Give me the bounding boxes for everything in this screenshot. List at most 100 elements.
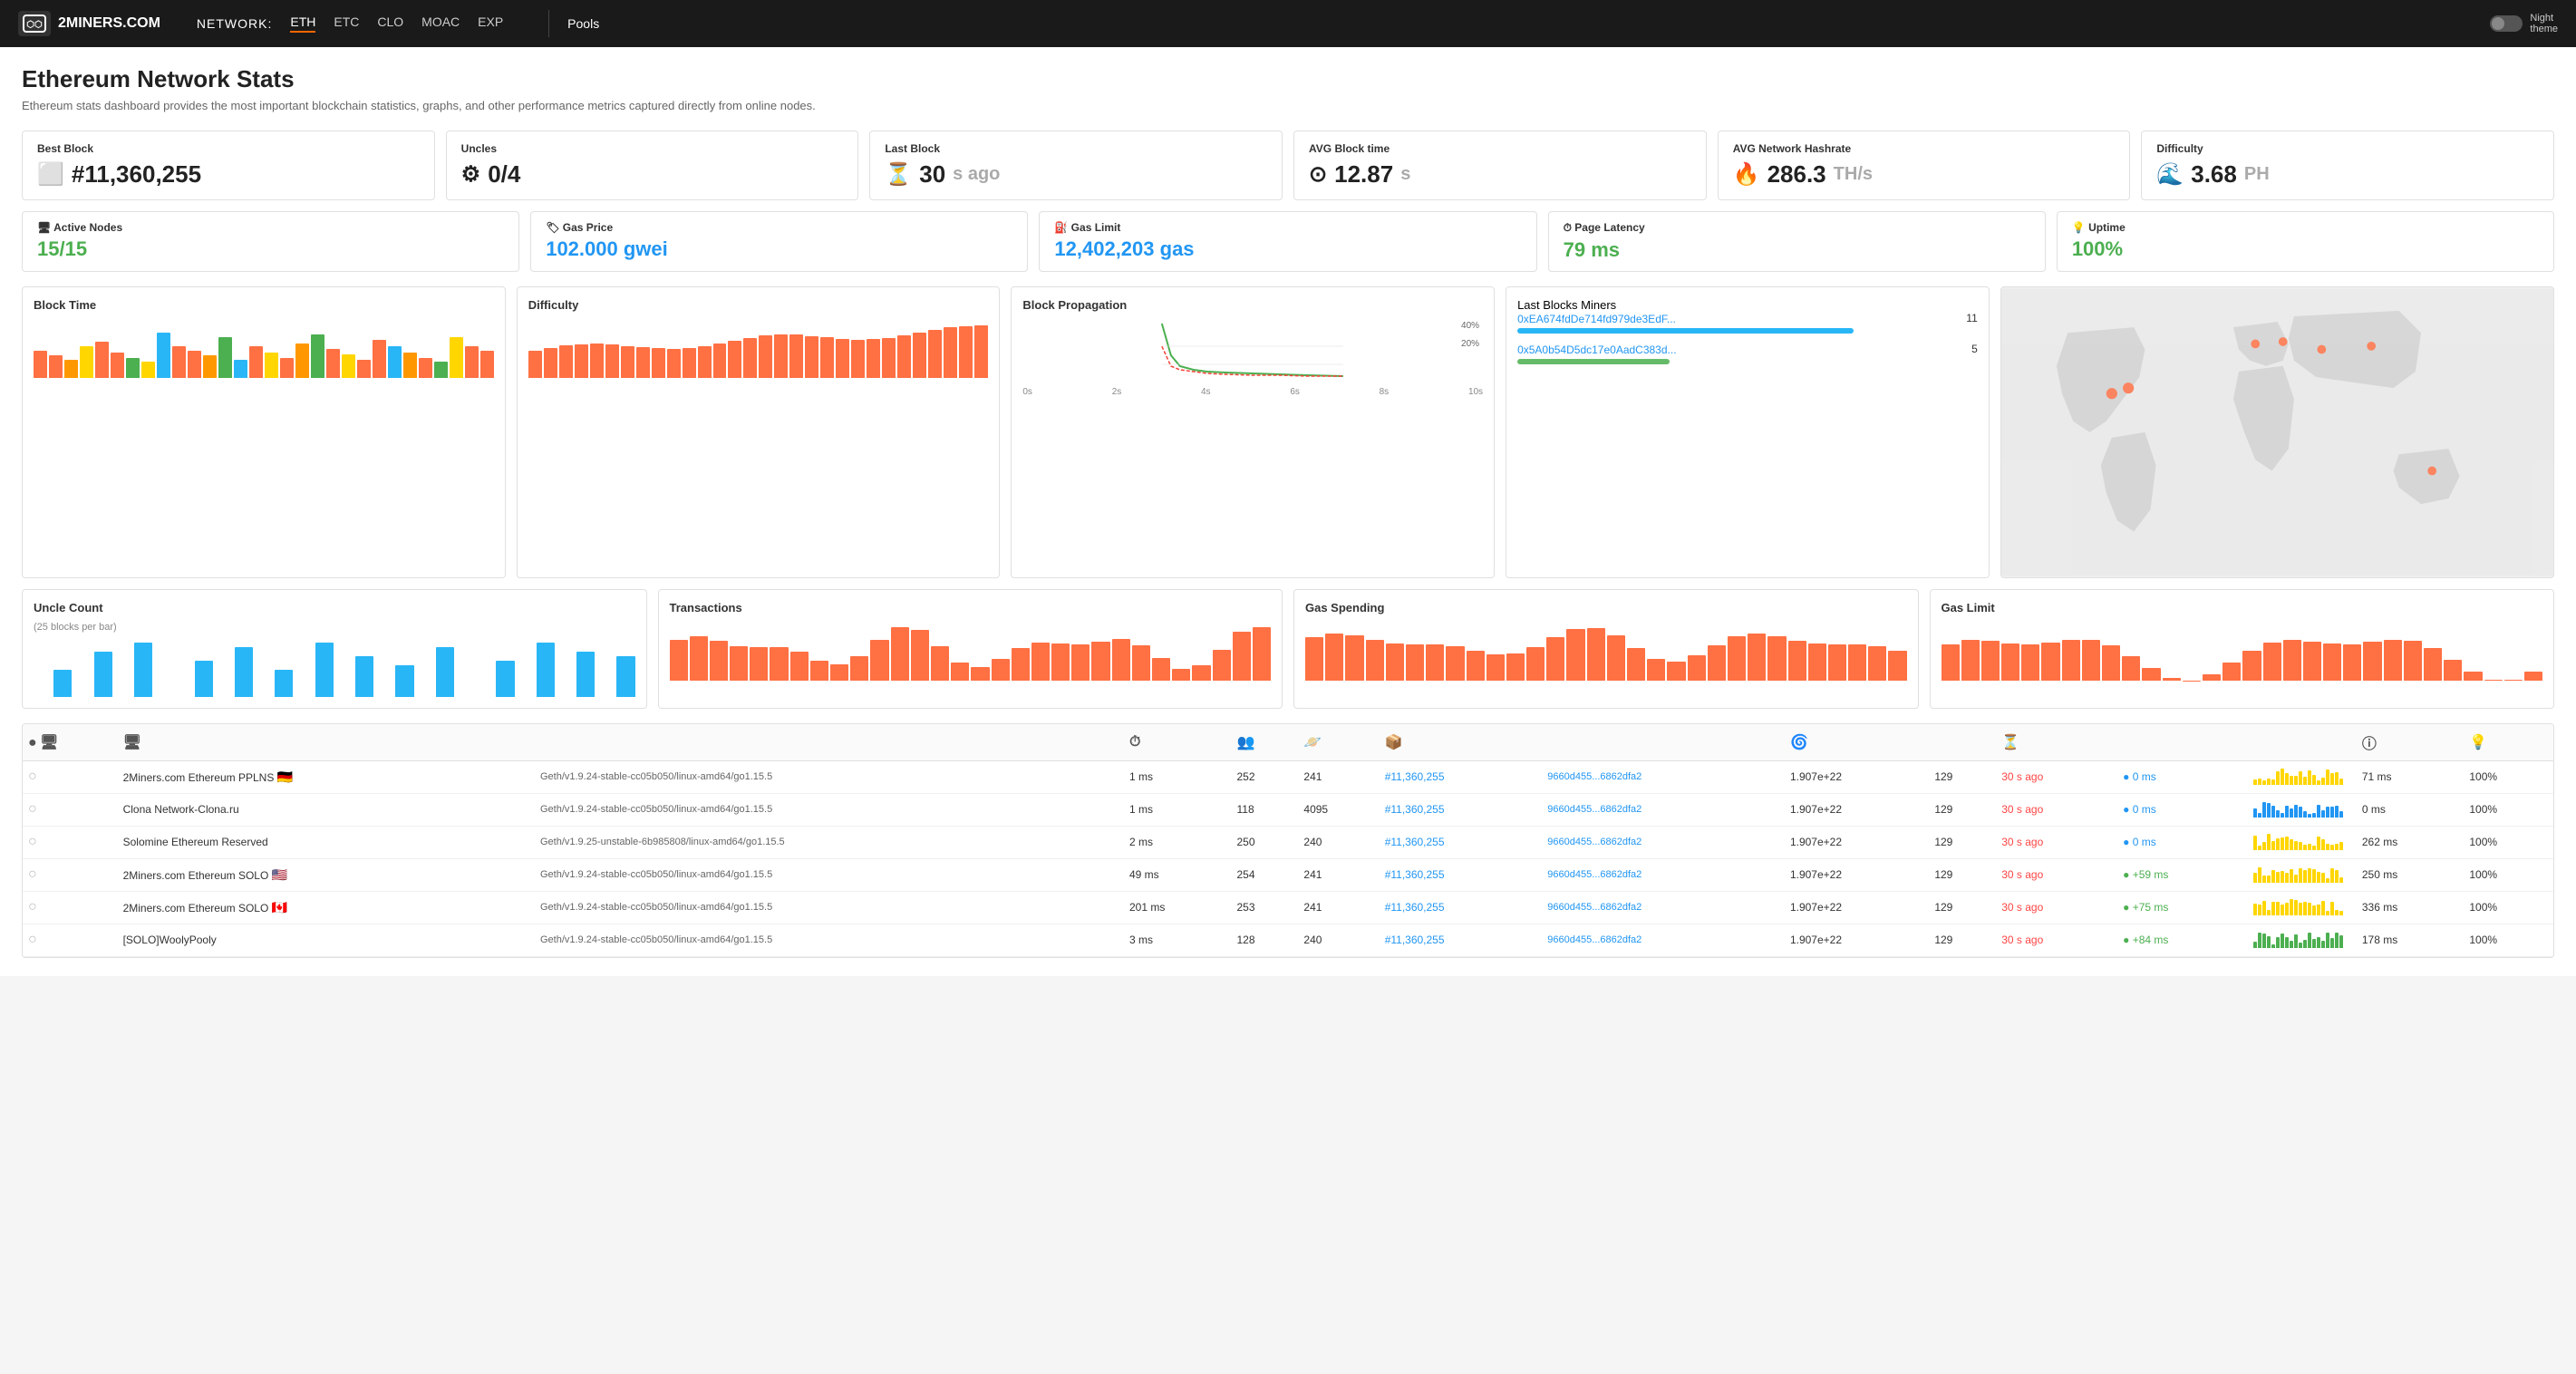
th-uptime: 💡 <box>2464 724 2553 761</box>
best-block-icon: ⬜ <box>37 161 64 188</box>
spark-bar <box>2335 806 2339 818</box>
miner-row: 11 0xEA674fdDe714fd979de3EdF... <box>1517 312 1978 334</box>
spark-bar <box>2271 870 2275 883</box>
bar <box>1345 635 1363 680</box>
table-row: ○ [SOLO]WoolyPooly Geth/v1.9.24-stable-c… <box>23 924 2553 956</box>
node-name: Clona Network-Clona.ru <box>118 793 535 826</box>
spark-bar <box>2281 769 2284 785</box>
spark-bar <box>2330 938 2334 948</box>
node-uptime: 100% <box>2464 924 2553 956</box>
node-name-text: 2Miners.com Ethereum SOLO <box>123 902 269 914</box>
bar <box>2484 680 2503 681</box>
bar <box>203 355 217 378</box>
node-client: Geth/v1.9.24-stable-cc05b050/linux-amd64… <box>535 891 1124 924</box>
node-block: #11,360,255 <box>1380 793 1543 826</box>
bar <box>2163 678 2181 681</box>
difficulty-value: 3.68 <box>2191 160 2237 189</box>
spark-bar <box>2267 779 2271 785</box>
node-status: ○ <box>23 760 118 793</box>
node-propagation: ● 0 ms <box>2117 826 2248 858</box>
header: ⬡⬡ 2MINERS.COM NETWORK: ETH ETC CLO MOAC… <box>0 0 2576 47</box>
bar <box>395 665 413 697</box>
bar <box>850 656 868 680</box>
bar <box>1981 641 2000 681</box>
node-uptime: 100% <box>2464 793 2553 826</box>
spark-bar <box>2308 814 2311 818</box>
nav-etc[interactable]: ETC <box>334 15 359 33</box>
nav-clo[interactable]: CLO <box>377 15 403 33</box>
bar <box>2384 640 2402 681</box>
bar <box>1888 651 1906 681</box>
node-name: 2Miners.com Ethereum SOLO 🇺🇸 <box>118 858 535 891</box>
bar <box>94 652 112 697</box>
nav-moac[interactable]: MOAC <box>421 15 460 33</box>
mini-bar-chart <box>2253 767 2343 785</box>
avg-block-value: 12.87 <box>1334 160 1393 189</box>
nav-pools[interactable]: Pools <box>567 16 599 31</box>
bar <box>195 661 213 697</box>
block-time-bars <box>34 319 494 378</box>
bar <box>2062 640 2080 680</box>
node-block: #11,360,255 <box>1380 826 1543 858</box>
miner-address[interactable]: 0x5A0b54D5dc17e0AadC383d... <box>1517 344 1676 356</box>
bar <box>2524 672 2542 681</box>
spark-bar <box>2308 770 2311 785</box>
miner-row: 5 0x5A0b54D5dc17e0AadC383d... <box>1517 343 1978 364</box>
spark-bar <box>2262 901 2266 915</box>
spark-bar <box>2267 803 2271 818</box>
hashrate-unit: TH/s <box>1834 164 1873 185</box>
node-peers: 253 <box>1231 891 1298 924</box>
spark-bar <box>2326 769 2329 785</box>
bar <box>1848 644 1866 681</box>
status-indicator: ○ <box>28 769 37 784</box>
bar <box>2283 640 2301 681</box>
difficulty-chart: Difficulty <box>517 286 1001 578</box>
node-total-diff: 129 <box>1929 858 1996 891</box>
toggle-switch[interactable] <box>2490 15 2523 32</box>
bar <box>1192 665 1210 680</box>
node-peers: 250 <box>1231 826 1298 858</box>
bar <box>683 348 696 378</box>
bar <box>1788 641 1806 681</box>
nav-exp[interactable]: EXP <box>478 15 503 33</box>
miners-title: Last Blocks Miners <box>1517 298 1978 312</box>
node-name: 2Miners.com Ethereum PPLNS 🇩🇪 <box>118 760 535 793</box>
bar <box>1566 629 1584 681</box>
bar <box>2263 643 2281 681</box>
bar <box>1132 645 1150 681</box>
bar <box>690 636 708 681</box>
node-propagation: ● +84 ms <box>2117 924 2248 956</box>
map-svg <box>2001 287 2553 577</box>
bar <box>911 630 929 681</box>
spark-bar <box>2308 844 2311 850</box>
node-latency: 1 ms <box>1124 760 1232 793</box>
bar <box>830 664 848 680</box>
uncle-count-chart: Uncle Count (25 blocks per bar) <box>22 589 647 709</box>
bar <box>1667 662 1685 681</box>
bar <box>951 663 969 681</box>
bar <box>576 652 595 697</box>
nav-eth[interactable]: ETH <box>290 15 315 33</box>
bar <box>2021 644 2039 681</box>
bar <box>636 347 650 378</box>
spark-bar <box>2339 877 2343 883</box>
night-theme-toggle[interactable]: Night theme <box>2490 13 2558 34</box>
bar <box>774 334 788 378</box>
spark-bar <box>2317 872 2320 883</box>
spark-bar <box>2339 935 2343 948</box>
bar <box>436 647 454 697</box>
stat-active-nodes: 🖥 Active Nodes 15/15 <box>22 211 519 272</box>
miner-address[interactable]: 0xEA674fdDe714fd979de3EdF... <box>1517 313 1676 325</box>
spark-bar <box>2253 808 2257 818</box>
spark-bar <box>2276 810 2280 818</box>
page-subtitle: Ethereum stats dashboard provides the mo… <box>22 99 2554 112</box>
spark-bar <box>2290 776 2293 785</box>
spark-bar <box>2312 813 2316 817</box>
last-block-value: 30 <box>919 160 945 189</box>
bar <box>434 362 448 378</box>
logo[interactable]: ⬡⬡ 2MINERS.COM <box>18 11 160 36</box>
node-table-wrap: ● 🖥 🖥 ⏱ 👥 🪐 📦 🌀 ⏳ ⓘ 💡 <box>22 723 2554 958</box>
spark-bar <box>2258 813 2261 817</box>
node-status: ○ <box>23 793 118 826</box>
best-block-value: #11,360,255 <box>72 160 201 189</box>
